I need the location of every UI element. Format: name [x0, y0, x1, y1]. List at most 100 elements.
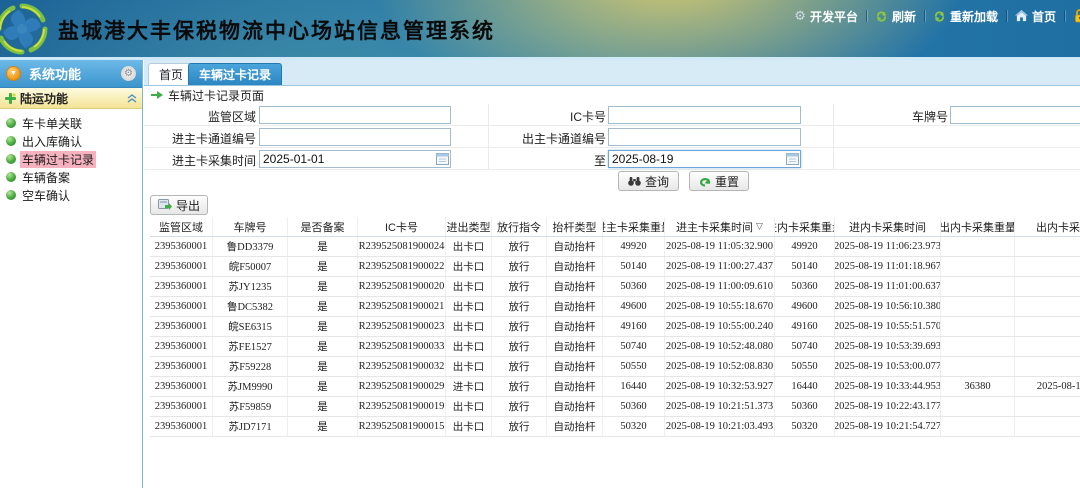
table-cell: 2395360001 — [150, 377, 213, 396]
column-header[interactable]: 进出类型 — [446, 217, 492, 236]
table-cell — [941, 297, 1015, 316]
table-cell: 放行 — [492, 317, 547, 336]
table-cell: 50550 — [603, 357, 665, 376]
table-cell: 是 — [288, 357, 358, 376]
table-cell: 2395360001 — [150, 277, 213, 296]
main-content: 首页 车辆过卡记录 车辆过卡记录页面 监管区域 IC卡号 车牌号 进主卡通道编号… — [144, 60, 1080, 503]
table-cell: 2395360001 — [150, 357, 213, 376]
query-button[interactable]: 查询 — [618, 171, 679, 191]
region-input[interactable] — [259, 106, 451, 124]
green-ball-icon — [6, 154, 16, 164]
table-cell: 出卡口 — [446, 317, 492, 336]
column-header[interactable]: 进主卡采集时间▽ — [665, 217, 775, 236]
table-cell: 自动抬杆 — [547, 377, 603, 396]
table-cell: 放行 — [492, 377, 547, 396]
sidebar-group-landtransport[interactable]: 陆运功能 — [0, 88, 142, 109]
table-cell: 2395360001 — [150, 257, 213, 276]
group-label: 陆运功能 — [20, 90, 127, 107]
table-cell — [941, 237, 1015, 256]
date-from-input[interactable] — [259, 150, 451, 168]
table-cell: 苏JD7171 — [213, 417, 288, 436]
table-cell: 2395360001 — [150, 297, 213, 316]
table-row[interactable]: 2395360001苏JD7171是R239525081900015出卡口放行自… — [150, 417, 1080, 437]
reset-button-label: 重置 — [715, 173, 739, 190]
column-header[interactable]: IC卡号 — [358, 217, 446, 236]
table-cell — [941, 417, 1015, 436]
nav-logout[interactable] — [1065, 9, 1080, 23]
table-row[interactable]: 2395360001苏F59228是R239525081900032出卡口放行自… — [150, 357, 1080, 377]
table-cell: 2025-08-19 10:33:44.953 — [835, 377, 941, 396]
table-row[interactable]: 2395360001皖SE6315是R239525081900023出卡口放行自… — [150, 317, 1080, 337]
nav-refresh[interactable]: 刷新 — [867, 8, 924, 25]
sidebar-item-3[interactable]: 车辆备案 — [4, 168, 142, 186]
table-cell: 2025-08-19 11:02 — [1015, 377, 1080, 396]
nav-dev-platform[interactable]: ⚙ 开发平台 — [786, 8, 866, 25]
table-row[interactable]: 2395360001苏JM9990是R239525081900029进卡口放行自… — [150, 377, 1080, 397]
table-cell — [941, 317, 1015, 336]
sidebar-item-2[interactable]: 车辆过卡记录 — [4, 150, 142, 168]
column-header[interactable]: 是否备案 — [288, 217, 358, 236]
table-cell: 自动抬杆 — [547, 417, 603, 436]
date-to-input[interactable] — [608, 150, 801, 168]
table-cell: 是 — [288, 377, 358, 396]
column-header[interactable]: 进内卡采集重量 — [775, 217, 835, 236]
dropdown-circle-icon[interactable]: ▼ — [6, 66, 21, 81]
table-cell: 2025-08-19 11:00:09.610 — [665, 277, 775, 296]
table-cell: R239525081900019 — [358, 397, 446, 416]
table-cell: 50360 — [775, 277, 835, 296]
nav-label: 首页 — [1032, 8, 1056, 25]
table-cell: 出卡口 — [446, 237, 492, 256]
column-header[interactable]: 监管区域 — [150, 217, 213, 236]
table-row[interactable]: 2395360001苏FE1527是R239525081900033出卡口放行自… — [150, 337, 1080, 357]
table-cell: 是 — [288, 237, 358, 256]
table-row[interactable]: 2395360001鲁DD3379是R239525081900024出卡口放行自… — [150, 237, 1080, 257]
nav-label: 刷新 — [892, 8, 916, 25]
sidebar: ▼ 系统功能 ⚙ 陆运功能 车卡单关联 出入库确认 车辆过卡记录 车辆备案 空车… — [0, 60, 143, 488]
sort-descending-icon: ▽ — [756, 222, 763, 232]
table-cell: R239525081900021 — [358, 297, 446, 316]
table-row[interactable]: 2395360001鲁DC5382是R239525081900021出卡口放行自… — [150, 297, 1080, 317]
table-row[interactable]: 2395360001苏JY1235是R239525081900020出卡口放行自… — [150, 277, 1080, 297]
table-row[interactable]: 2395360001苏F59859是R239525081900019出卡口放行自… — [150, 397, 1080, 417]
table-cell: 出卡口 — [446, 257, 492, 276]
column-header[interactable]: 放行指令 — [492, 217, 547, 236]
out-channel-input[interactable] — [608, 128, 801, 146]
table-cell: 是 — [288, 277, 358, 296]
out-channel-label: 出主卡通道编号 — [456, 130, 606, 147]
calendar-icon[interactable] — [786, 153, 799, 165]
table-row[interactable]: 2395360001皖F50007是R239525081900022出卡口放行自… — [150, 257, 1080, 277]
nav-reload[interactable]: 重新加载 — [925, 8, 1006, 25]
export-button[interactable]: 导出 — [150, 195, 208, 215]
table-cell: 2025-08-19 10:55:00.240 — [665, 317, 775, 336]
sidebar-title: 系统功能 — [29, 64, 121, 83]
sidebar-gear-icon[interactable]: ⚙ — [121, 66, 136, 81]
column-header[interactable]: 出内卡采集重量 — [941, 217, 1015, 236]
nav-home[interactable]: 首页 — [1007, 8, 1064, 25]
column-header[interactable]: 抬杆类型 — [547, 217, 603, 236]
sidebar-item-4[interactable]: 空车确认 — [4, 186, 142, 204]
column-header[interactable]: 进主卡采集重量 — [603, 217, 665, 236]
export-button-label: 导出 — [176, 197, 200, 214]
table-cell: R239525081900015 — [358, 417, 446, 436]
column-header[interactable]: 出内卡采集时间 — [1015, 217, 1080, 236]
collapse-chevron-icon[interactable] — [127, 94, 137, 103]
table-cell: 49600 — [775, 297, 835, 316]
table-cell — [941, 357, 1015, 376]
table-cell: 自动抬杆 — [547, 397, 603, 416]
sidebar-item-0[interactable]: 车卡单关联 — [4, 114, 142, 132]
binoculars-icon — [628, 176, 641, 186]
calendar-icon[interactable] — [436, 153, 449, 165]
column-header[interactable]: 车牌号 — [213, 217, 288, 236]
export-icon — [158, 199, 172, 211]
tab-vehicle-pass-records[interactable]: 车辆过卡记录 — [188, 63, 282, 85]
sidebar-item-1[interactable]: 出入库确认 — [4, 132, 142, 150]
table-cell: 自动抬杆 — [547, 277, 603, 296]
nav-label: 开发平台 — [810, 8, 858, 25]
plate-input[interactable] — [950, 106, 1080, 124]
table-cell: 鲁DD3379 — [213, 237, 288, 256]
table-cell: 出卡口 — [446, 277, 492, 296]
ic-card-input[interactable] — [608, 106, 801, 124]
in-channel-input[interactable] — [259, 128, 451, 146]
reset-button[interactable]: 重置 — [689, 171, 749, 191]
column-header[interactable]: 进内卡采集时间 — [835, 217, 941, 236]
